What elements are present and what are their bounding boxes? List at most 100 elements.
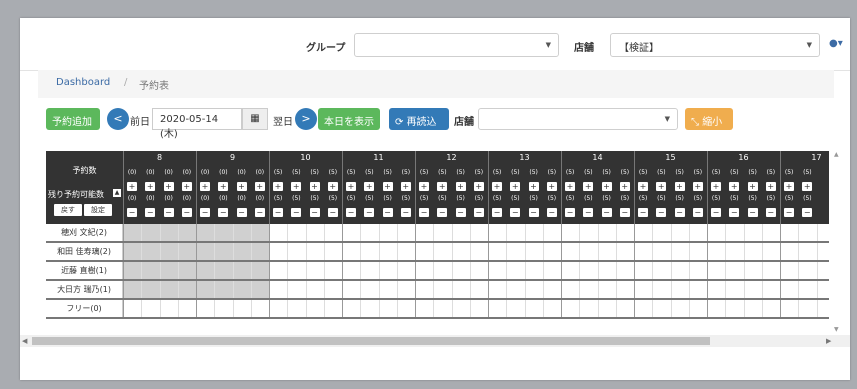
increment-button[interactable]: + xyxy=(583,182,594,191)
increment-button[interactable]: + xyxy=(327,182,338,191)
staff-row-label[interactable]: 近藤 直樹(1) xyxy=(46,262,123,280)
increment-button[interactable]: + xyxy=(656,182,667,191)
decrement-button[interactable]: − xyxy=(273,208,283,217)
scroll-right-icon[interactable]: ▶ xyxy=(826,337,831,345)
decrement-button[interactable]: − xyxy=(492,208,502,217)
increment-button[interactable]: + xyxy=(473,182,484,191)
increment-button[interactable]: + xyxy=(528,182,539,191)
increment-button[interactable]: + xyxy=(619,182,630,191)
increment-button[interactable]: + xyxy=(784,182,794,191)
staff-row-label[interactable]: 穂刈 文紀(2) xyxy=(46,224,123,242)
decrement-button[interactable]: − xyxy=(638,208,648,217)
increment-button[interactable]: + xyxy=(181,182,192,191)
decrement-button[interactable]: − xyxy=(692,208,703,217)
decrement-button[interactable]: − xyxy=(729,208,740,217)
decrement-button[interactable]: − xyxy=(382,208,393,217)
decrement-button[interactable]: − xyxy=(455,208,466,217)
decrement-button[interactable]: − xyxy=(163,208,174,217)
date-input[interactable]: 2020-05-14 (木) xyxy=(152,108,242,140)
increment-button[interactable]: + xyxy=(145,182,156,191)
increment-button[interactable]: + xyxy=(711,182,721,191)
store-select[interactable]: 【検証】 ▼ xyxy=(610,33,820,57)
horizontal-scrollbar[interactable]: ◀ ▶ xyxy=(20,335,850,347)
increment-button[interactable]: + xyxy=(273,182,283,191)
decrement-button[interactable]: − xyxy=(802,208,813,217)
increment-button[interactable]: + xyxy=(437,182,448,191)
increment-button[interactable]: + xyxy=(565,182,575,191)
staff-row-label[interactable]: 大日方 瑞乃(1) xyxy=(46,281,123,299)
reload-button[interactable]: ⟳ 再読込 xyxy=(389,108,449,130)
decrement-button[interactable]: − xyxy=(747,208,758,217)
decrement-button[interactable]: − xyxy=(711,208,721,217)
decrement-button[interactable]: − xyxy=(583,208,594,217)
increment-button[interactable]: + xyxy=(364,182,375,191)
increment-button[interactable]: + xyxy=(674,182,685,191)
next-day-label[interactable]: 翌日 xyxy=(273,113,293,128)
staff-row-label[interactable]: 和田 佳寿璃(2) xyxy=(46,243,123,261)
decrement-button[interactable]: − xyxy=(236,208,247,217)
decrement-button[interactable]: − xyxy=(254,208,265,217)
add-reservation-button[interactable]: 予約追加 xyxy=(46,108,100,130)
decrement-button[interactable]: − xyxy=(400,208,411,217)
increment-button[interactable]: + xyxy=(601,182,612,191)
decrement-button[interactable]: − xyxy=(619,208,630,217)
reset-button[interactable]: 戻す xyxy=(54,204,82,216)
toolbar-store-select[interactable]: ▼ xyxy=(478,108,678,130)
decrement-button[interactable]: − xyxy=(784,208,794,217)
decrement-button[interactable]: − xyxy=(181,208,192,217)
decrement-button[interactable]: − xyxy=(364,208,375,217)
increment-button[interactable]: + xyxy=(692,182,703,191)
increment-button[interactable]: + xyxy=(346,182,356,191)
increment-button[interactable]: + xyxy=(638,182,648,191)
increment-button[interactable]: + xyxy=(802,182,813,191)
staff-row-label[interactable]: フリー(0) xyxy=(46,300,123,318)
decrement-button[interactable]: − xyxy=(546,208,557,217)
increment-button[interactable]: + xyxy=(492,182,502,191)
decrement-button[interactable]: − xyxy=(419,208,429,217)
prev-day-icon[interactable]: < xyxy=(107,108,129,130)
next-day-icon[interactable]: > xyxy=(295,108,317,130)
increment-button[interactable]: + xyxy=(382,182,393,191)
increment-button[interactable]: + xyxy=(400,182,411,191)
show-today-button[interactable]: 本日を表示 xyxy=(318,108,380,130)
increment-button[interactable]: + xyxy=(729,182,740,191)
increment-button[interactable]: + xyxy=(218,182,229,191)
decrement-button[interactable]: − xyxy=(145,208,156,217)
calendar-icon[interactable]: ▦ xyxy=(242,108,268,130)
decrement-button[interactable]: − xyxy=(437,208,448,217)
shrink-button[interactable]: ⤡ 縮小 xyxy=(685,108,733,130)
settings-button[interactable]: 設定 xyxy=(84,204,112,216)
decrement-button[interactable]: − xyxy=(765,208,776,217)
increment-button[interactable]: + xyxy=(236,182,247,191)
increment-button[interactable]: + xyxy=(510,182,521,191)
increment-button[interactable]: + xyxy=(419,182,429,191)
increment-button[interactable]: + xyxy=(127,182,137,191)
prev-day-label[interactable]: 前日 xyxy=(130,113,150,128)
decrement-button[interactable]: − xyxy=(528,208,539,217)
group-select[interactable]: ▼ xyxy=(354,33,559,57)
scroll-down-icon[interactable]: ▼ xyxy=(834,326,839,333)
decrement-button[interactable]: − xyxy=(200,208,210,217)
scrollbar-thumb[interactable] xyxy=(32,337,710,345)
decrement-button[interactable]: − xyxy=(309,208,320,217)
increment-button[interactable]: + xyxy=(546,182,557,191)
decrement-button[interactable]: − xyxy=(346,208,356,217)
decrement-button[interactable]: − xyxy=(674,208,685,217)
increment-button[interactable]: + xyxy=(291,182,302,191)
decrement-button[interactable]: − xyxy=(291,208,302,217)
scroll-up-icon[interactable]: ▲ xyxy=(834,151,839,158)
decrement-button[interactable]: − xyxy=(473,208,484,217)
increment-button[interactable]: + xyxy=(200,182,210,191)
increment-button[interactable]: + xyxy=(163,182,174,191)
decrement-button[interactable]: − xyxy=(656,208,667,217)
increment-button[interactable]: + xyxy=(765,182,776,191)
decrement-button[interactable]: − xyxy=(127,208,137,217)
decrement-button[interactable]: − xyxy=(218,208,229,217)
breadcrumb-dashboard[interactable]: Dashboard xyxy=(56,77,110,88)
user-icon[interactable]: ●▾ xyxy=(829,38,843,49)
collapse-icon[interactable]: ▲ xyxy=(113,189,121,197)
vertical-scrollbar[interactable]: ▲ ▼ xyxy=(833,151,843,334)
scroll-left-icon[interactable]: ◀ xyxy=(22,337,27,345)
decrement-button[interactable]: − xyxy=(601,208,612,217)
increment-button[interactable]: + xyxy=(455,182,466,191)
